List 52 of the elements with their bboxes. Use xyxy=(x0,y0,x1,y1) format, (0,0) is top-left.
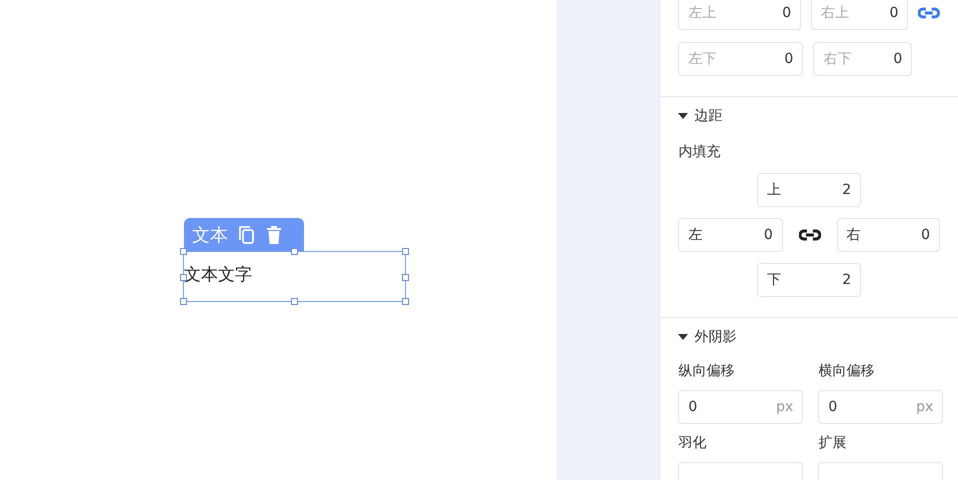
field-value: 0 xyxy=(782,5,792,21)
text-element[interactable]: 文本文字 xyxy=(183,251,406,302)
field-label: 右 xyxy=(846,226,861,244)
caret-icon[interactable] xyxy=(678,333,688,341)
field-label: 左 xyxy=(688,226,702,244)
element-type-label: 文本 xyxy=(192,224,228,246)
padding-label: 内填充 xyxy=(678,143,722,162)
input-field[interactable]: 左下 0 xyxy=(678,42,804,76)
caret-icon[interactable] xyxy=(678,112,688,120)
field-label: 纵向偏移 xyxy=(678,362,736,381)
unit-label: px xyxy=(916,399,934,415)
resize-handle[interactable] xyxy=(291,298,298,305)
field-label: 右下 xyxy=(823,50,852,68)
field-label: 左下 xyxy=(688,50,716,68)
field-value: 0 xyxy=(784,51,794,67)
input-field[interactable]: 上 2 xyxy=(757,173,862,207)
copy-icon[interactable] xyxy=(238,224,256,244)
field-label: 上 xyxy=(767,181,782,199)
section-title[interactable]: 外阴影 xyxy=(694,328,736,346)
field-value: 0 xyxy=(688,399,698,415)
resize-handle[interactable] xyxy=(180,248,187,255)
field-value: 0 xyxy=(764,227,773,243)
field-label: 扩展 xyxy=(818,434,848,453)
resize-handle[interactable] xyxy=(402,274,409,281)
input-field[interactable]: 左 0 xyxy=(678,218,783,252)
unit-label: px xyxy=(776,399,794,415)
field-label: 羽化 xyxy=(678,434,708,453)
input-field[interactable]: 右 0 xyxy=(836,218,940,252)
input-field[interactable]: 0 px xyxy=(678,390,804,424)
resize-handle[interactable] xyxy=(291,248,298,255)
field-value: 0 xyxy=(893,51,902,67)
field-label: 左上 xyxy=(688,4,716,22)
input-field[interactable]: 0 px xyxy=(818,390,944,424)
link-icon[interactable] xyxy=(798,229,821,241)
field-label: 右上 xyxy=(821,4,850,22)
input-field[interactable]: 右上 0 xyxy=(811,0,908,30)
input-field[interactable]: 右下 0 xyxy=(813,42,912,76)
resize-handle[interactable] xyxy=(180,298,187,305)
input-field[interactable]: 下 2 xyxy=(757,263,862,297)
field-label: 横向偏移 xyxy=(818,362,876,381)
field-value: 0 xyxy=(828,399,838,415)
field-value: 2 xyxy=(842,182,852,198)
resize-handle[interactable] xyxy=(402,248,409,255)
element-text: 文本文字 xyxy=(184,265,252,285)
section-title[interactable]: 边距 xyxy=(694,107,722,125)
delete-icon[interactable] xyxy=(266,226,282,244)
resize-handle[interactable] xyxy=(402,298,409,305)
field-value: 0 xyxy=(890,5,898,21)
field-label: 下 xyxy=(767,271,782,289)
field-value: 0 xyxy=(921,227,930,243)
field-value: 2 xyxy=(842,272,852,288)
input-field[interactable]: 左上 0 xyxy=(678,0,802,30)
